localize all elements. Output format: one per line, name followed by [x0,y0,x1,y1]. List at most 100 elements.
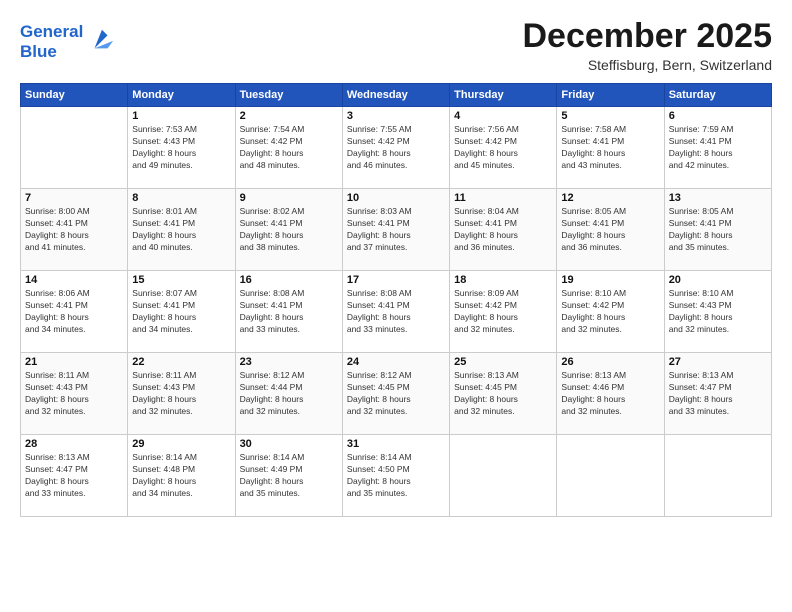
calendar-cell: 29 Sunrise: 8:14 AM Sunset: 4:48 PM Dayli… [128,435,235,517]
day-number: 26 [561,356,659,368]
calendar-cell: 24Sunrise: 8:12 AM Sunset: 4:45 PM Dayli… [342,353,449,435]
day-info: Sunrise: 8:09 AM Sunset: 4:42 PM Dayligh… [454,288,552,336]
day-number: 18 [454,274,552,286]
calendar-cell: 6Sunrise: 7:59 AM Sunset: 4:41 PM Daylig… [664,107,771,189]
day-info: Sunrise: 8:13 AM Sunset: 4:47 PM Dayligh… [669,370,767,418]
calendar-cell: 28 Sunrise: 8:13 AM Sunset: 4:47 PM Dayli… [21,435,128,517]
day-number: 25 [454,356,552,368]
calendar-cell: 7Sunrise: 8:00 AM Sunset: 4:41 PM Daylig… [21,189,128,271]
page: General Blue December 2025 Steffisburg, … [0,0,792,612]
day-number: 14 [25,274,123,286]
day-number: 10 [347,192,445,204]
day-info: Sunrise: 7:55 AM Sunset: 4:42 PM Dayligh… [347,124,445,172]
calendar-cell: 13 Sunrise: 8:05 AM Sunset: 4:41 PM Dayli… [664,189,771,271]
calendar-header-row: SundayMondayTuesdayWednesdayThursdayFrid… [21,84,772,107]
calendar-header-friday: Friday [557,84,664,107]
day-info: Sunrise: 8:03 AM Sunset: 4:41 PM Dayligh… [347,206,445,254]
calendar-cell: 20 Sunrise: 8:10 AM Sunset: 4:43 PM Dayli… [664,271,771,353]
day-info: Sunrise: 8:07 AM Sunset: 4:41 PM Dayligh… [132,288,230,336]
title-block: December 2025 Steffisburg, Bern, Switzer… [522,18,772,73]
day-number: 2 [240,110,338,122]
calendar-week-row: 21Sunrise: 8:11 AM Sunset: 4:43 PM Dayli… [21,353,772,435]
calendar-header-monday: Monday [128,84,235,107]
day-info: Sunrise: 8:14 AM Sunset: 4:48 PM Dayligh… [132,452,230,500]
day-info: Sunrise: 8:08 AM Sunset: 4:41 PM Dayligh… [347,288,445,336]
day-number: 27 [669,356,767,368]
subtitle: Steffisburg, Bern, Switzerland [522,57,772,73]
day-number: 20 [669,274,767,286]
day-info: Sunrise: 7:58 AM Sunset: 4:41 PM Dayligh… [561,124,659,172]
calendar-cell: 31 Sunrise: 8:14 AM Sunset: 4:50 PM Dayli… [342,435,449,517]
day-number: 11 [454,192,552,204]
day-info: Sunrise: 8:01 AM Sunset: 4:41 PM Dayligh… [132,206,230,254]
day-info: Sunrise: 8:04 AM Sunset: 4:41 PM Dayligh… [454,206,552,254]
calendar-cell: 27 Sunrise: 8:13 AM Sunset: 4:47 PM Dayli… [664,353,771,435]
day-info: Sunrise: 8:13 AM Sunset: 4:47 PM Dayligh… [25,452,123,500]
day-info: Sunrise: 8:13 AM Sunset: 4:46 PM Dayligh… [561,370,659,418]
day-info: Sunrise: 8:14 AM Sunset: 4:49 PM Dayligh… [240,452,338,500]
calendar-cell: 4 Sunrise: 7:56 AM Sunset: 4:42 PM Daylig… [450,107,557,189]
day-number: 8 [132,192,230,204]
calendar-week-row: 28 Sunrise: 8:13 AM Sunset: 4:47 PM Dayli… [21,435,772,517]
day-info: Sunrise: 8:06 AM Sunset: 4:41 PM Dayligh… [25,288,123,336]
day-info: Sunrise: 8:00 AM Sunset: 4:41 PM Dayligh… [25,206,123,254]
day-number: 12 [561,192,659,204]
calendar-cell: 26 Sunrise: 8:13 AM Sunset: 4:46 PM Dayli… [557,353,664,435]
calendar-cell: 19 Sunrise: 8:10 AM Sunset: 4:42 PM Dayli… [557,271,664,353]
calendar-cell: 16Sunrise: 8:08 AM Sunset: 4:41 PM Dayli… [235,271,342,353]
day-info: Sunrise: 8:10 AM Sunset: 4:42 PM Dayligh… [561,288,659,336]
day-info: Sunrise: 7:53 AM Sunset: 4:43 PM Dayligh… [132,124,230,172]
calendar-header-tuesday: Tuesday [235,84,342,107]
calendar-week-row: 7Sunrise: 8:00 AM Sunset: 4:41 PM Daylig… [21,189,772,271]
calendar-cell: 23 Sunrise: 8:12 AM Sunset: 4:44 PM Dayli… [235,353,342,435]
day-number: 9 [240,192,338,204]
calendar-cell: 1 Sunrise: 7:53 AM Sunset: 4:43 PM Daylig… [128,107,235,189]
calendar-cell: 17Sunrise: 8:08 AM Sunset: 4:41 PM Dayli… [342,271,449,353]
calendar-header-wednesday: Wednesday [342,84,449,107]
day-number: 30 [240,438,338,450]
day-number: 5 [561,110,659,122]
day-number: 22 [132,356,230,368]
calendar-cell: 2 Sunrise: 7:54 AM Sunset: 4:42 PM Daylig… [235,107,342,189]
day-info: Sunrise: 8:12 AM Sunset: 4:44 PM Dayligh… [240,370,338,418]
day-info: Sunrise: 8:11 AM Sunset: 4:43 PM Dayligh… [132,370,230,418]
day-info: Sunrise: 8:10 AM Sunset: 4:43 PM Dayligh… [669,288,767,336]
day-number: 31 [347,438,445,450]
calendar-cell: 18 Sunrise: 8:09 AM Sunset: 4:42 PM Dayli… [450,271,557,353]
day-info: Sunrise: 8:14 AM Sunset: 4:50 PM Dayligh… [347,452,445,500]
calendar-cell [557,435,664,517]
day-info: Sunrise: 8:13 AM Sunset: 4:45 PM Dayligh… [454,370,552,418]
day-info: Sunrise: 8:11 AM Sunset: 4:43 PM Dayligh… [25,370,123,418]
day-number: 13 [669,192,767,204]
day-info: Sunrise: 8:05 AM Sunset: 4:41 PM Dayligh… [669,206,767,254]
day-info: Sunrise: 7:54 AM Sunset: 4:42 PM Dayligh… [240,124,338,172]
day-number: 4 [454,110,552,122]
day-info: Sunrise: 7:56 AM Sunset: 4:42 PM Dayligh… [454,124,552,172]
calendar-table: SundayMondayTuesdayWednesdayThursdayFrid… [20,83,772,517]
day-number: 15 [132,274,230,286]
day-number: 6 [669,110,767,122]
calendar-cell [21,107,128,189]
day-number: 3 [347,110,445,122]
calendar-cell: 21Sunrise: 8:11 AM Sunset: 4:43 PM Dayli… [21,353,128,435]
day-number: 29 [132,438,230,450]
day-number: 28 [25,438,123,450]
calendar-cell: 9Sunrise: 8:02 AM Sunset: 4:41 PM Daylig… [235,189,342,271]
calendar-cell: 15 Sunrise: 8:07 AM Sunset: 4:41 PM Dayli… [128,271,235,353]
day-info: Sunrise: 8:08 AM Sunset: 4:41 PM Dayligh… [240,288,338,336]
calendar-cell: 12Sunrise: 8:05 AM Sunset: 4:41 PM Dayli… [557,189,664,271]
day-number: 23 [240,356,338,368]
day-number: 24 [347,356,445,368]
calendar-cell: 25 Sunrise: 8:13 AM Sunset: 4:45 PM Dayli… [450,353,557,435]
calendar-cell: 22 Sunrise: 8:11 AM Sunset: 4:43 PM Dayli… [128,353,235,435]
calendar-cell: 30 Sunrise: 8:14 AM Sunset: 4:49 PM Dayli… [235,435,342,517]
calendar-week-row: 1 Sunrise: 7:53 AM Sunset: 4:43 PM Daylig… [21,107,772,189]
calendar-cell: 3 Sunrise: 7:55 AM Sunset: 4:42 PM Daylig… [342,107,449,189]
month-title: December 2025 [522,18,772,55]
calendar-header-sunday: Sunday [21,84,128,107]
day-number: 19 [561,274,659,286]
calendar-cell: 10 Sunrise: 8:03 AM Sunset: 4:41 PM Dayli… [342,189,449,271]
calendar-header-thursday: Thursday [450,84,557,107]
calendar-header-saturday: Saturday [664,84,771,107]
day-number: 1 [132,110,230,122]
